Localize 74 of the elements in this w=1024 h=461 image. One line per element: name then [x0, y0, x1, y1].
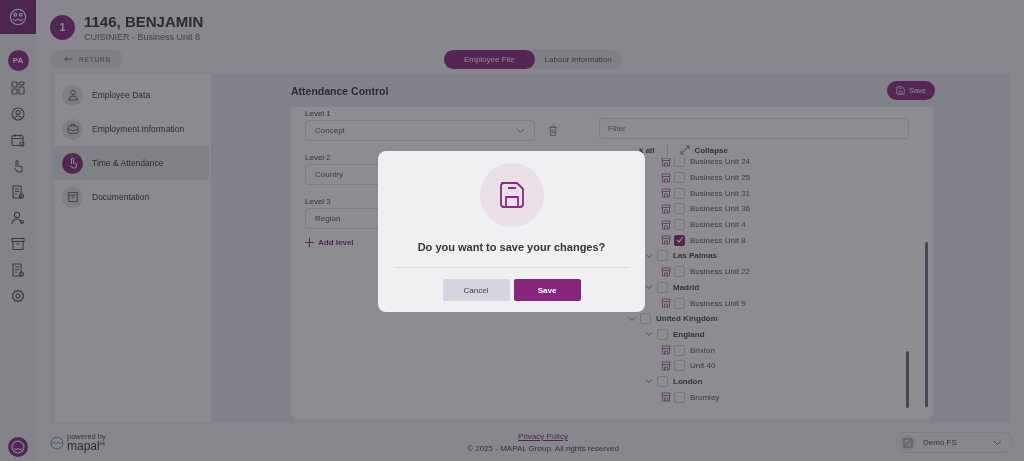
user-avatar[interactable]: PA	[7, 50, 29, 71]
nav-item[interactable]: Employment Information	[54, 112, 209, 146]
save-icon	[895, 86, 905, 95]
field-label: Level 2	[305, 153, 332, 163]
user-icon[interactable]	[11, 211, 25, 225]
expand-arrows-icon	[679, 145, 690, 155]
cancel-button[interactable]: Cancel	[442, 279, 510, 301]
dialog-message: Do you want to save your changes?	[417, 241, 606, 253]
document-icon[interactable]	[11, 263, 25, 277]
employee-role: CUISINIER - Business Unit 8	[84, 31, 202, 42]
tree-item-label[interactable]: Business Unit 36	[690, 204, 751, 214]
image-icon	[902, 437, 913, 448]
privacy-policy-link[interactable]: Privacy Policy	[518, 432, 568, 441]
tree-item-label[interactable]: England	[673, 329, 705, 339]
tree-item-label[interactable]: Bromley	[690, 392, 720, 402]
document-icon[interactable]	[11, 185, 25, 199]
save-button[interactable]: Save	[513, 279, 581, 301]
archive-icon[interactable]	[11, 237, 25, 251]
nav-item[interactable]: Documentation	[54, 180, 209, 214]
tree-item-label[interactable]: Business Unit 31	[690, 188, 751, 198]
tree-item-label[interactable]: Business Unit 24	[690, 158, 751, 167]
arrow-left-icon	[64, 56, 73, 62]
trash-icon[interactable]	[548, 125, 558, 136]
hand-icon[interactable]	[11, 159, 25, 173]
app-logo[interactable]	[8, 437, 28, 457]
chevron-down-icon	[993, 439, 1002, 446]
tree-item-label[interactable]: Business Unit 25	[690, 173, 751, 183]
plus-icon	[305, 238, 314, 247]
tree-item-label[interactable]: Business Unit 22	[690, 267, 751, 277]
tree-item-label[interactable]: Madrid	[673, 282, 700, 292]
grid-icon[interactable]	[11, 81, 25, 95]
archive-icon	[66, 191, 79, 203]
tree-item-label[interactable]: Las Palmas	[673, 251, 718, 261]
app-logo[interactable]	[0, 0, 36, 34]
nav-item[interactable]: Employee Data	[54, 78, 209, 112]
store-icon	[661, 266, 671, 277]
tree-item-label[interactable]: Business Unit 8	[690, 235, 746, 245]
tree-item-label[interactable]: Unit 40	[690, 361, 716, 371]
store-icon	[661, 158, 671, 167]
employee-number-badge: 1	[50, 14, 75, 40]
store-icon	[661, 235, 671, 246]
calendar-icon[interactable]	[11, 133, 25, 147]
tree-item-label[interactable]: United Kingdom	[656, 314, 718, 324]
checkbox[interactable]	[674, 234, 685, 246]
field-label: Level 3	[305, 197, 332, 207]
store-icon	[661, 298, 671, 309]
section-title: Attendance Control	[291, 84, 389, 97]
store-icon	[661, 392, 671, 403]
collapse-button[interactable]: Collapse	[679, 145, 728, 155]
briefcase-icon	[66, 123, 79, 135]
level-dropdown[interactable]: Concept	[305, 120, 535, 141]
store-icon	[661, 219, 671, 230]
chevron-down-icon	[516, 127, 525, 134]
filter-field[interactable]: Filter	[599, 118, 909, 139]
tree-item-label[interactable]: London	[673, 376, 703, 386]
tab[interactable]: Labour Information	[534, 49, 622, 69]
store-icon	[661, 345, 671, 356]
scrollbar-thumb[interactable]	[925, 242, 928, 407]
employee-name: 1146, BENJAMIN	[84, 12, 204, 30]
add-level-button[interactable]: Add level	[305, 238, 354, 247]
store-icon	[661, 203, 671, 214]
store-icon	[661, 188, 671, 199]
person-icon	[66, 89, 79, 101]
tree-item-label[interactable]: Brixton	[690, 345, 715, 355]
tab[interactable]: Employee File	[443, 49, 535, 69]
scrollbar-thumb[interactable]	[906, 351, 909, 408]
copyright-text: © 2025 - MAPAL Group. All rights reserved	[467, 444, 619, 453]
store-icon	[661, 172, 671, 183]
tree-item-label[interactable]: Business Unit 4	[690, 220, 746, 230]
settings-icon[interactable]	[11, 289, 25, 303]
nav-item[interactable]: Time & Attendance	[54, 146, 209, 180]
user-circle-icon[interactable]	[11, 107, 25, 121]
field-label: Level 1	[305, 109, 332, 119]
store-icon	[661, 360, 671, 371]
